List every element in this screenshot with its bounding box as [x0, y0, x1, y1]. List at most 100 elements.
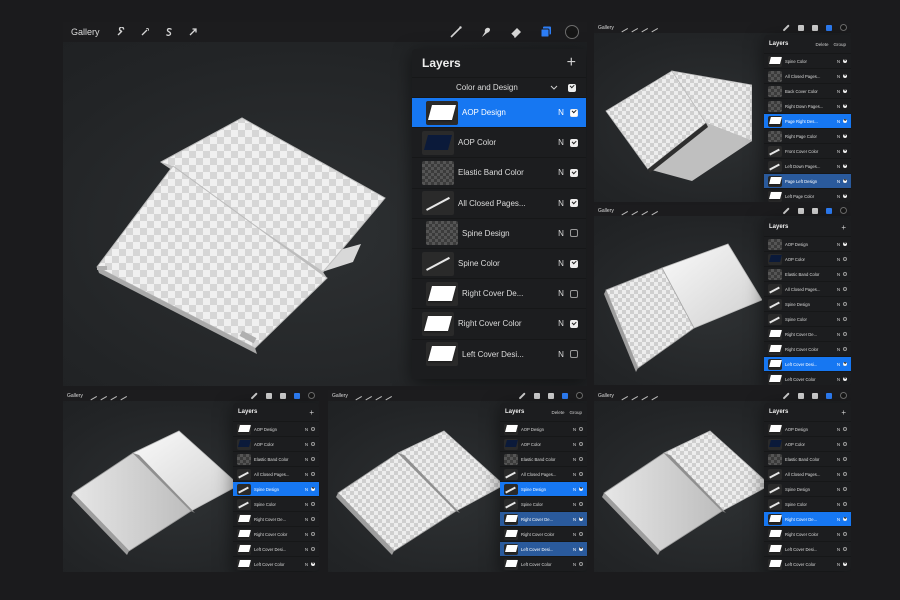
visibility-checkbox[interactable]	[570, 229, 578, 238]
selection-s-icon[interactable]	[638, 23, 648, 32]
layer-row[interactable]: Spine Design N	[233, 481, 319, 496]
layer-row[interactable]: Right Cover Color N	[764, 526, 851, 541]
blend-mode-button[interactable]: N	[835, 472, 843, 477]
layer-thumbnail[interactable]	[768, 358, 782, 370]
layer-row[interactable]: Right Cover Color N	[500, 526, 587, 541]
layer-row[interactable]: AOP Design N	[233, 421, 319, 436]
layer-thumbnail[interactable]	[768, 70, 782, 82]
wrench-icon[interactable]	[618, 206, 628, 215]
visibility-checkbox[interactable]	[578, 546, 583, 552]
layer-thumbnail[interactable]	[237, 543, 251, 555]
layer-thumbnail[interactable]	[768, 483, 782, 495]
layer-row[interactable]: Spine Color N	[764, 311, 851, 326]
smudge-icon[interactable]	[534, 392, 540, 399]
blend-mode-button[interactable]: N	[571, 547, 579, 552]
visibility-checkbox[interactable]	[842, 376, 847, 382]
color-well[interactable]	[576, 392, 583, 399]
eraser-icon[interactable]	[280, 392, 286, 399]
transform-arrow-icon[interactable]	[184, 25, 202, 39]
blend-mode-button[interactable]: N	[835, 302, 843, 307]
canvas[interactable]: Layers + AOP Design N AOP Color N Elastic Band…	[594, 401, 851, 572]
blend-mode-button[interactable]: N	[571, 562, 579, 567]
layer-thumbnail[interactable]	[237, 468, 251, 480]
visibility-checkbox[interactable]	[310, 471, 315, 477]
layer-thumbnail[interactable]	[768, 55, 782, 67]
layers-icon[interactable]	[294, 392, 300, 399]
smudge-icon[interactable]	[798, 392, 804, 399]
blend-mode-button[interactable]: N	[552, 350, 570, 359]
layer-row[interactable]: AOP Color N	[233, 436, 319, 451]
layer-thumbnail[interactable]	[768, 85, 782, 97]
layer-row[interactable]: AOP Color N	[412, 127, 586, 157]
layer-thumbnail[interactable]	[768, 543, 782, 555]
magic-wand-icon[interactable]	[628, 391, 638, 400]
layer-row[interactable]: Back Cover Color N	[764, 83, 851, 98]
selection-s-icon[interactable]	[107, 391, 117, 400]
blend-mode-button[interactable]: N	[552, 229, 570, 238]
visibility-checkbox[interactable]	[842, 546, 847, 552]
layer-row[interactable]: AOP Color N	[764, 251, 851, 266]
layer-row[interactable]: All Closed Pages... N	[764, 68, 851, 83]
visibility-checkbox[interactable]	[842, 133, 847, 139]
blend-mode-button[interactable]: N	[835, 362, 843, 367]
eraser-icon[interactable]	[548, 392, 554, 399]
visibility-checkbox[interactable]	[310, 456, 315, 462]
layer-thumbnail[interactable]	[426, 281, 458, 306]
blend-mode-button[interactable]: N	[835, 332, 843, 337]
visibility-checkbox[interactable]	[570, 350, 578, 359]
layer-row[interactable]: Spine Design N	[764, 296, 851, 311]
layer-thumbnail[interactable]	[768, 438, 782, 450]
smudge-icon[interactable]	[798, 24, 804, 31]
transform-arrow-icon[interactable]	[117, 391, 127, 400]
group-visibility-checkbox[interactable]	[568, 83, 576, 92]
wrench-icon[interactable]	[87, 391, 97, 400]
visibility-checkbox[interactable]	[310, 516, 315, 522]
blend-mode-button[interactable]: N	[835, 377, 843, 382]
color-well[interactable]	[565, 25, 579, 39]
visibility-checkbox[interactable]	[578, 456, 583, 462]
layer-thumbnail[interactable]	[237, 483, 251, 495]
wrench-icon[interactable]	[618, 391, 628, 400]
color-well[interactable]	[840, 24, 847, 31]
visibility-checkbox[interactable]	[842, 441, 847, 447]
visibility-checkbox[interactable]	[842, 301, 847, 307]
layer-row[interactable]: Spine Color N	[233, 496, 319, 511]
layer-thumbnail[interactable]	[768, 373, 782, 385]
visibility-checkbox[interactable]	[842, 178, 847, 184]
layer-thumbnail[interactable]	[768, 100, 782, 112]
blend-mode-button[interactable]: N	[835, 164, 843, 169]
visibility-checkbox[interactable]	[310, 561, 315, 567]
blend-mode-button[interactable]: N	[303, 472, 311, 477]
blend-mode-button[interactable]: N	[835, 442, 843, 447]
blend-mode-button[interactable]: N	[835, 517, 843, 522]
gallery-button[interactable]: Gallery	[598, 25, 614, 31]
eraser-icon[interactable]	[812, 24, 818, 31]
blend-mode-button[interactable]: N	[835, 242, 843, 247]
blend-mode-button[interactable]: N	[552, 289, 570, 298]
layer-row[interactable]: Left Cover Color N	[764, 371, 851, 385]
layers-icon[interactable]	[562, 392, 568, 399]
layer-thumbnail[interactable]	[422, 160, 454, 185]
wrench-icon[interactable]	[112, 25, 130, 39]
layer-thumbnail[interactable]	[768, 175, 782, 187]
blend-mode-button[interactable]: N	[303, 427, 311, 432]
layer-thumbnail[interactable]	[237, 423, 251, 435]
visibility-checkbox[interactable]	[570, 259, 578, 268]
layer-row[interactable]: All Closed Pages... N	[764, 466, 851, 481]
blend-mode-button[interactable]: N	[835, 179, 843, 184]
visibility-checkbox[interactable]	[842, 426, 847, 432]
visibility-checkbox[interactable]	[842, 456, 847, 462]
layer-thumbnail[interactable]	[504, 468, 518, 480]
group-button[interactable]: Group	[833, 42, 846, 47]
visibility-checkbox[interactable]	[310, 546, 315, 552]
visibility-checkbox[interactable]	[842, 486, 847, 492]
magic-wand-icon[interactable]	[628, 23, 638, 32]
layer-thumbnail[interactable]	[768, 283, 782, 295]
layer-thumbnail[interactable]	[768, 453, 782, 465]
brush-icon[interactable]	[782, 207, 790, 214]
wrench-icon[interactable]	[618, 23, 628, 32]
blend-mode-button[interactable]: N	[571, 457, 579, 462]
delete-button[interactable]: Delete	[815, 42, 828, 47]
layer-row[interactable]: Right Down Pages... N	[764, 98, 851, 113]
visibility-checkbox[interactable]	[842, 316, 847, 322]
